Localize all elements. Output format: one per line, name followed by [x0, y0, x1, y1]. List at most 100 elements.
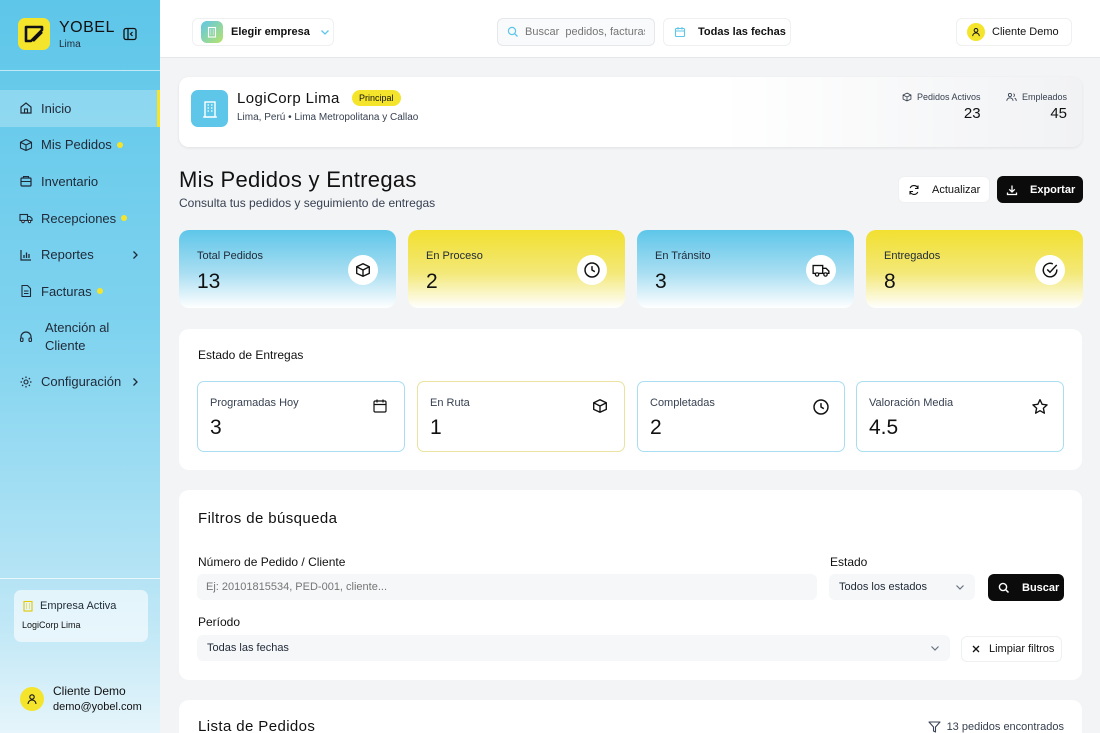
sidebar-user[interactable]: Cliente Demo demo@yobel.com [20, 684, 142, 713]
sidebar-divider [0, 578, 160, 579]
topbar: Elegir empresa Todas las fechas Cliente … [160, 0, 1100, 58]
sidebar-item-mis-pedidos[interactable]: Mis Pedidos [0, 127, 160, 164]
sidebar-item-inventario[interactable]: Inventario [0, 163, 160, 200]
notification-dot [121, 215, 128, 222]
delivery-stat-valoracion[interactable]: Valoración Media 4.5 [856, 381, 1064, 452]
chevron-down-icon [955, 582, 965, 592]
sidebar-item-atencion-cliente[interactable]: Atención al Cliente [0, 310, 160, 364]
document-icon [19, 284, 33, 298]
active-company-card[interactable]: Empresa Activa LogiCorp Lima [14, 590, 148, 642]
yobel-logo [18, 18, 50, 50]
sidebar-item-label: Mis Pedidos [41, 137, 112, 153]
delivery-stat-value: 3 [210, 416, 222, 439]
delivery-stat-label: Completadas [650, 397, 715, 409]
clock-icon [812, 398, 829, 415]
export-label: Exportar [1030, 183, 1076, 196]
kpi-entregados[interactable]: Entregados 8 [866, 230, 1083, 308]
search-box[interactable] [497, 18, 655, 46]
delivery-stat-value: 4.5 [869, 416, 899, 439]
sidebar-nav: Inicio Mis Pedidos Inventario Recepcione… [0, 90, 160, 400]
delivery-stat-en-ruta[interactable]: En Ruta 1 [417, 381, 625, 452]
order-field[interactable] [197, 574, 817, 600]
delivery-stat-label: Programadas Hoy [210, 397, 299, 409]
company-name: LogiCorp Lima [237, 90, 340, 107]
kpi-en-proceso[interactable]: En Proceso 2 [408, 230, 625, 308]
page-title: Mis Pedidos y Entregas [179, 167, 417, 192]
deliveries-title: Estado de Entregas [198, 348, 304, 362]
truck-icon [806, 255, 836, 285]
active-orders-stat: Pedidos Activos 23 [902, 92, 981, 122]
deliveries-panel: Estado de Entregas Programadas Hoy 3 En … [179, 329, 1082, 470]
headset-icon [19, 330, 33, 344]
user-menu-label: Cliente Demo [992, 26, 1059, 38]
active-company-title: Empresa Activa [40, 600, 117, 612]
date-filter-label: Todas las fechas [698, 26, 786, 38]
sidebar-item-configuracion[interactable]: Configuración [0, 364, 160, 401]
orders-list-title: Lista de Pedidos [198, 718, 316, 733]
package-icon [19, 138, 33, 152]
delivery-stat-value: 2 [650, 416, 662, 439]
sidebar-item-label: Atención al Cliente [45, 319, 110, 353]
inventory-icon [19, 174, 33, 188]
export-button[interactable]: Exportar [997, 176, 1083, 203]
chevron-down-icon [320, 27, 330, 37]
check-circle-icon [1035, 255, 1065, 285]
sidebar-item-reportes[interactable]: Reportes [0, 236, 160, 273]
company-card: LogiCorp Lima Principal Lima, Perú • Lim… [179, 77, 1082, 147]
collapse-sidebar-icon[interactable] [123, 27, 139, 43]
building-icon [201, 21, 223, 43]
period-select[interactable]: Todas las fechas [197, 635, 950, 661]
status-select-value: Todos los estados [839, 581, 928, 593]
active-orders-label: Pedidos Activos [917, 92, 981, 102]
clear-filters-label: Limpiar filtros [989, 643, 1055, 655]
star-icon [1031, 398, 1048, 414]
active-orders-value: 23 [963, 105, 981, 122]
avatar [20, 686, 44, 711]
brand[interactable]: YOBEL Lima [18, 18, 115, 50]
user-menu-button[interactable]: Cliente Demo [956, 18, 1072, 46]
order-search-input[interactable] [206, 581, 817, 593]
search-button[interactable]: Buscar [988, 574, 1064, 601]
package-icon [348, 255, 378, 285]
delivery-stat-programadas[interactable]: Programadas Hoy 3 [197, 381, 405, 452]
chevron-right-icon [130, 377, 140, 387]
kpi-en-transito[interactable]: En Tránsito 3 [637, 230, 854, 308]
delivery-stat-completadas[interactable]: Completadas 2 [637, 381, 845, 452]
sidebar-item-inicio[interactable]: Inicio [0, 90, 160, 127]
kpi-total-pedidos[interactable]: Total Pedidos 13 [179, 230, 396, 308]
date-filter-button[interactable]: Todas las fechas [663, 18, 791, 46]
orders-list-panel: Lista de Pedidos 13 pedidos encontrados [179, 700, 1082, 733]
app: YOBEL Lima Inicio Mis Pedidos Inventario [0, 0, 1100, 733]
delivery-stat-value: 1 [430, 416, 442, 439]
notification-dot [116, 141, 123, 148]
users-icon [1006, 92, 1017, 102]
refresh-icon [908, 184, 920, 196]
refresh-label: Actualizar [932, 183, 981, 196]
user-name: Cliente Demo [53, 684, 126, 698]
building-icon [22, 600, 34, 612]
order-field-label: Número de Pedido / Cliente [198, 555, 346, 569]
period-select-value: Todas las fechas [207, 642, 289, 654]
brand-name: YOBEL [59, 18, 115, 36]
status-badge: Principal [352, 90, 401, 106]
chevron-right-icon [130, 250, 140, 260]
filters-title: Filtros de búsqueda [198, 510, 338, 527]
sidebar-item-label: Configuración [41, 374, 122, 390]
user-email: demo@yobel.com [53, 701, 142, 713]
refresh-button[interactable]: Actualizar [898, 176, 990, 203]
package-icon [592, 398, 608, 414]
download-icon [1006, 184, 1018, 196]
search-input[interactable] [525, 26, 645, 38]
avatar [967, 23, 985, 41]
notification-dot [96, 288, 103, 295]
sidebar-item-facturas[interactable]: Facturas [0, 273, 160, 310]
sidebar-divider [0, 70, 160, 71]
clear-filters-button[interactable]: Limpiar filtros [961, 636, 1062, 662]
close-icon [971, 644, 981, 654]
sidebar-item-label: Recepciones [41, 210, 117, 226]
sidebar: YOBEL Lima Inicio Mis Pedidos Inventario [0, 0, 160, 733]
period-field-label: Período [198, 615, 241, 629]
sidebar-item-recepciones[interactable]: Recepciones [0, 200, 160, 237]
status-select[interactable]: Todos los estados [829, 574, 975, 600]
company-select[interactable]: Elegir empresa [192, 18, 334, 46]
